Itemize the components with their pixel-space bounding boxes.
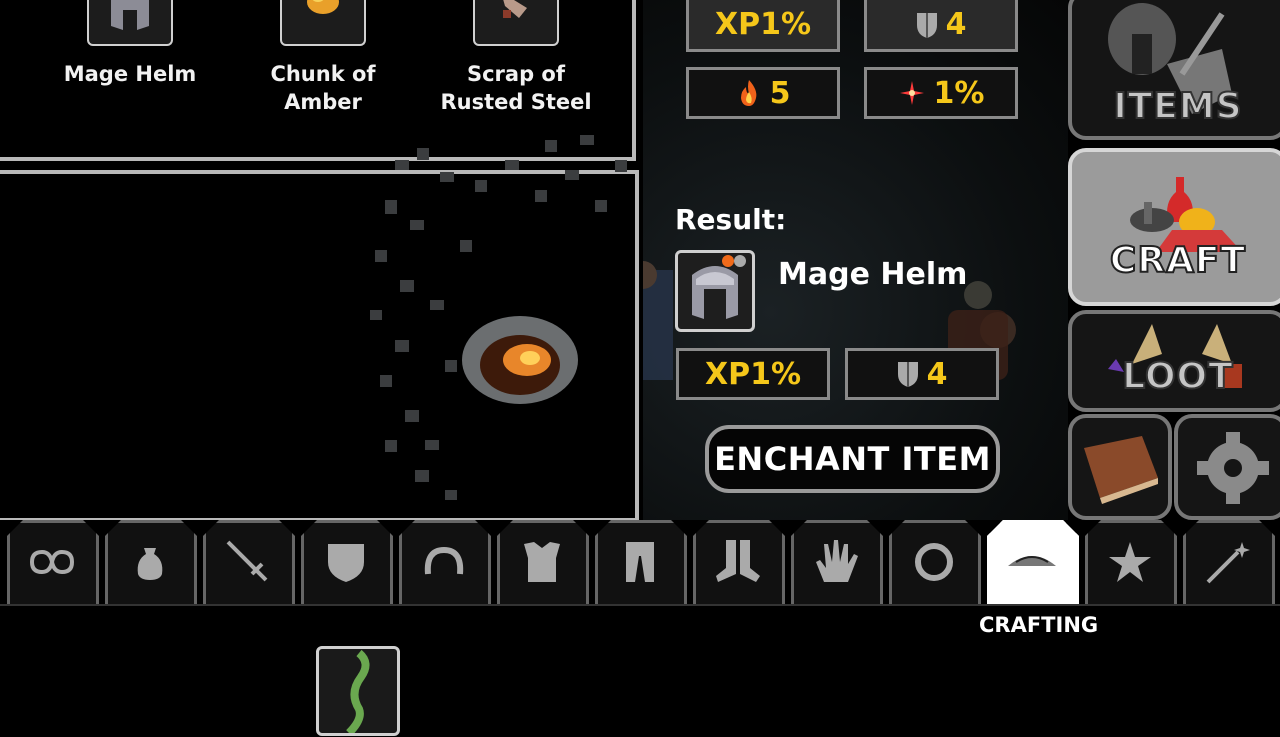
side-menu-craft[interactable]: CRAFT bbox=[1068, 148, 1280, 306]
glove-icon bbox=[816, 540, 858, 582]
fire-icon bbox=[740, 80, 756, 106]
tab-legs[interactable] bbox=[592, 520, 688, 606]
active-tab-label: CRAFTING bbox=[979, 613, 1099, 637]
result-label: Result: bbox=[675, 203, 787, 236]
star-icon bbox=[1109, 542, 1151, 582]
result-stat-armor: 4 bbox=[845, 348, 999, 400]
tab-all[interactable] bbox=[4, 520, 100, 606]
tab-boots[interactable] bbox=[690, 520, 786, 606]
tab-crafting[interactable] bbox=[984, 520, 1080, 606]
enchant-item-button[interactable]: ENCHANT ITEM bbox=[705, 425, 1000, 493]
side-menu-items[interactable]: ITEMS bbox=[1068, 0, 1280, 140]
wand-icon bbox=[1206, 542, 1250, 584]
tab-bar-divider bbox=[0, 604, 1280, 606]
crafting-pile-icon bbox=[1008, 556, 1056, 566]
result-item-slot[interactable] bbox=[675, 250, 755, 332]
side-menu-loot[interactable]: LOOT bbox=[1068, 310, 1280, 412]
stat-value: XP1% bbox=[714, 7, 812, 42]
stat-value: 4 bbox=[945, 7, 967, 42]
pants-icon bbox=[626, 542, 654, 582]
amber-icon bbox=[280, 0, 366, 46]
stat-armor: 4 bbox=[864, 0, 1018, 52]
tab-magic[interactable] bbox=[1180, 520, 1276, 606]
tab-bag[interactable] bbox=[102, 520, 198, 606]
chest-armor-icon bbox=[524, 542, 560, 582]
helmet-icon bbox=[87, 0, 173, 46]
stat-value: 1% bbox=[933, 75, 985, 111]
tab-ring[interactable] bbox=[886, 520, 982, 606]
tab-weapon[interactable] bbox=[200, 520, 296, 606]
tab-favorites[interactable] bbox=[1082, 520, 1178, 606]
stat-fire: 5 bbox=[686, 67, 840, 119]
journal-button[interactable] bbox=[1068, 414, 1172, 520]
tab-gloves[interactable] bbox=[788, 520, 884, 606]
ingredient-name: Mage Helm bbox=[63, 62, 197, 86]
book-icon bbox=[1084, 436, 1158, 504]
stat-crit: 1% bbox=[864, 67, 1018, 119]
rusted-steel-icon bbox=[473, 0, 559, 46]
result-stat-xp: XP1% bbox=[676, 348, 830, 400]
ingredient-slot[interactable]: Mage Helm bbox=[45, 0, 215, 88]
stat-value: 4 bbox=[926, 356, 948, 392]
stat-value: XP1% bbox=[704, 356, 802, 392]
shield-icon bbox=[916, 12, 937, 38]
side-menu-label: LOOT bbox=[1121, 355, 1234, 398]
tab-armor[interactable] bbox=[494, 520, 590, 606]
stat-xp: XP1% bbox=[686, 0, 840, 52]
tab-shield[interactable] bbox=[298, 520, 394, 606]
side-menu-label: ITEMS bbox=[1112, 85, 1243, 128]
ingredient-slot[interactable]: Scrap of Rusted Steel bbox=[431, 0, 601, 116]
forge-rocks bbox=[370, 135, 627, 500]
ingredient-name: Chunk of Amber bbox=[270, 62, 376, 114]
ingredient-name: Scrap of Rusted Steel bbox=[440, 62, 592, 114]
ring-icon bbox=[915, 543, 953, 581]
boots-icon bbox=[716, 540, 760, 582]
inventory-item-slot[interactable] bbox=[316, 646, 400, 736]
result-item-name: Mage Helm bbox=[778, 257, 968, 292]
sword-icon bbox=[226, 540, 268, 582]
settings-button[interactable] bbox=[1174, 414, 1280, 520]
spark-icon bbox=[899, 81, 924, 105]
infinity-icon bbox=[29, 549, 75, 575]
green-herb-icon bbox=[346, 649, 370, 736]
gear-icon bbox=[1197, 432, 1269, 504]
shield-icon bbox=[897, 362, 918, 387]
ingredient-slot[interactable]: Chunk of Amber bbox=[238, 0, 408, 116]
helmet-icon bbox=[692, 255, 746, 319]
stat-value: 5 bbox=[769, 75, 791, 111]
bag-icon bbox=[137, 548, 163, 580]
category-tab-bar bbox=[0, 520, 1280, 606]
tab-necklace[interactable] bbox=[396, 520, 492, 606]
necklace-icon bbox=[424, 546, 464, 575]
shield-icon bbox=[328, 544, 364, 582]
side-menu-label: CRAFT bbox=[1109, 239, 1247, 282]
